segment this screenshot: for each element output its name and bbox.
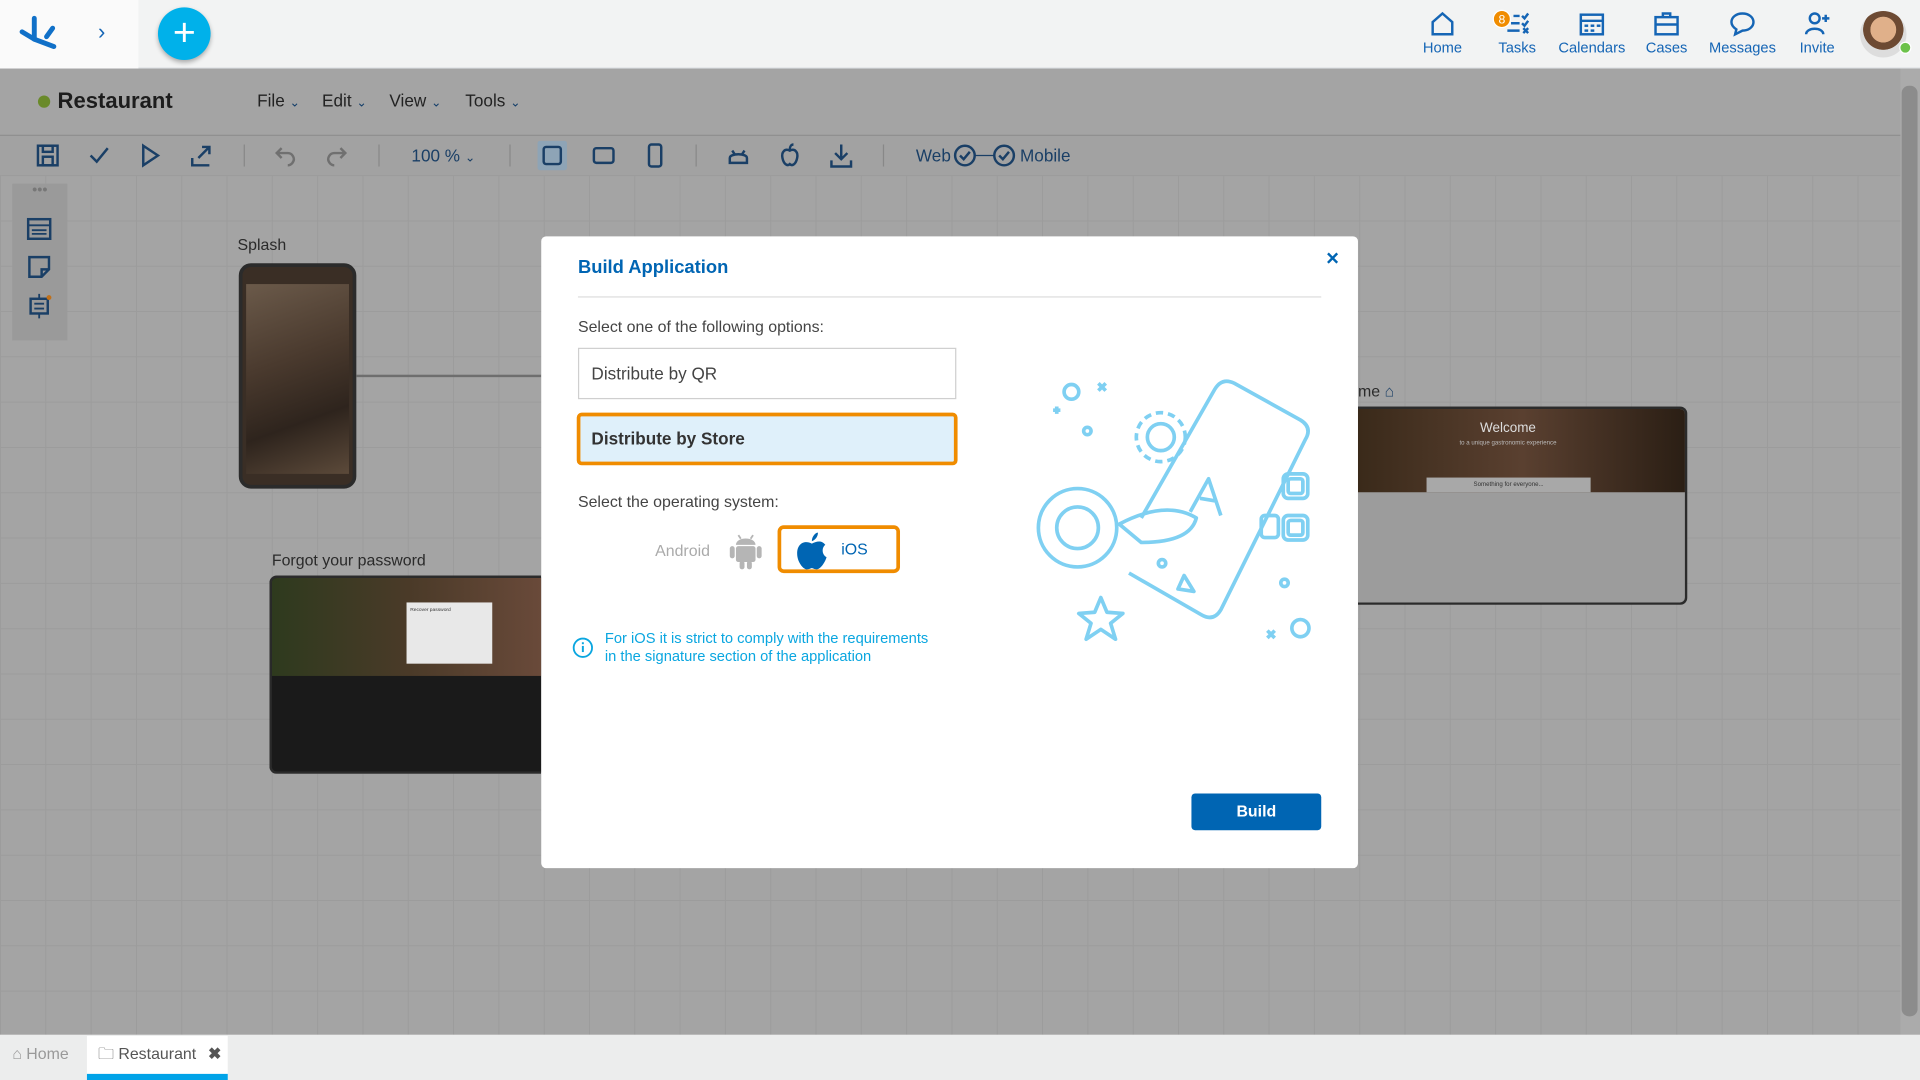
folder-icon: 🗀 <box>97 1044 114 1063</box>
project-status-dot <box>37 95 51 108</box>
download-icon[interactable] <box>829 142 853 169</box>
expand-chevron-icon[interactable]: › <box>98 20 105 46</box>
preview-welcome: Welcome <box>1480 421 1536 436</box>
nav-label: Invite <box>1799 39 1835 57</box>
desktop-view-button[interactable] <box>537 140 567 171</box>
bottom-tab-bar: ⌂ Home 🗀 Restaurant ✖ <box>0 1034 1920 1080</box>
forgot-password-label: Forgot your password <box>271 551 426 570</box>
menu-view[interactable]: View ⌄ <box>389 91 441 111</box>
home-tab-icon: ⌂ <box>12 1044 22 1063</box>
add-button[interactable]: + <box>157 7 211 61</box>
tab-restaurant[interactable]: 🗀 Restaurant ✖ <box>86 1035 228 1080</box>
home-screen-label: me ⌂ <box>1357 382 1395 401</box>
ios-label: iOS <box>841 540 868 559</box>
tasks-badge: 8 <box>1492 9 1512 29</box>
note-icon[interactable] <box>26 253 53 280</box>
options-label: Select one of the following options: <box>577 317 824 336</box>
app-window: › + Home Tasks 8 Calendars Cases Message… <box>0 0 1920 1080</box>
ios-option[interactable]: iOS <box>777 525 901 574</box>
info-line: For iOS it is strict to comply with the … <box>604 629 929 647</box>
chat-icon <box>1730 12 1755 37</box>
dialog-title: Build Application <box>577 257 729 278</box>
nav-tasks[interactable]: Tasks <box>1480 10 1553 57</box>
close-icon[interactable]: × <box>1326 246 1339 272</box>
android-option[interactable]: Android <box>651 531 767 570</box>
nav-home[interactable]: Home <box>1406 10 1479 57</box>
online-status-dot <box>1899 41 1912 54</box>
close-tab-icon[interactable]: ✖ <box>208 1044 221 1062</box>
project-title: Restaurant <box>57 88 173 113</box>
apple-build-icon[interactable] <box>778 142 802 169</box>
menu-file[interactable]: File ⌄ <box>257 91 300 111</box>
vertical-scrollbar[interactable] <box>1900 68 1920 1035</box>
nav-messages[interactable]: Messages <box>1706 10 1779 57</box>
divider <box>378 144 380 167</box>
web-label: Web <box>915 145 951 166</box>
desktop-icon <box>542 145 563 166</box>
divider <box>243 144 245 167</box>
briefcase-icon <box>1654 12 1679 36</box>
os-label: Select the operating system: <box>577 492 779 511</box>
apple-icon <box>797 532 827 570</box>
nav-cases[interactable]: Cases <box>1630 10 1703 57</box>
menu-tools[interactable]: Tools ⌄ <box>465 91 520 111</box>
build-application-dialog: Build Application × Select one of the fo… <box>541 236 1358 869</box>
preview-section: Something for everyone... <box>1426 477 1591 493</box>
check-icon[interactable] <box>87 143 111 167</box>
info-icon <box>572 637 593 658</box>
info-line: in the signature section of the applicat… <box>604 647 872 665</box>
android-build-icon[interactable] <box>726 143 750 167</box>
form-icon[interactable] <box>26 216 53 243</box>
nav-label: Messages <box>1708 39 1776 57</box>
home-icon <box>1431 11 1454 36</box>
undo-icon[interactable] <box>273 143 297 167</box>
web-mobile-toggle[interactable] <box>953 142 1017 169</box>
mobile-label: Mobile <box>1020 145 1071 166</box>
flow-connector <box>356 374 542 378</box>
android-label: Android <box>655 541 710 560</box>
calendar-icon <box>1579 13 1605 36</box>
ios-info-text: For iOS it is strict to comply with the … <box>605 629 928 666</box>
nav-label: Home <box>1422 39 1463 57</box>
title-divider <box>577 296 1322 298</box>
tablet-icon[interactable] <box>590 142 617 169</box>
home-small-icon: ⌂ <box>1384 382 1395 401</box>
divider <box>882 144 885 167</box>
export-icon[interactable] <box>189 143 213 167</box>
tab-home[interactable]: ⌂ Home <box>0 1035 86 1080</box>
phone-icon[interactable] <box>643 142 667 169</box>
preview-subtitle: to a unique gastronomic experience <box>1459 439 1557 447</box>
splash-label: Splash <box>237 235 287 254</box>
home-screen-thumbnail[interactable]: Welcome to a unique gastronomic experien… <box>1357 406 1688 605</box>
nav-label: Cases <box>1645 39 1688 57</box>
android-icon <box>729 534 762 570</box>
logo-area: › <box>0 0 139 69</box>
build-illustration <box>1036 379 1311 642</box>
redo-icon[interactable] <box>324 143 348 167</box>
nav-invite[interactable]: Invite <box>1780 10 1853 57</box>
nav-label: Tasks <box>1498 39 1536 57</box>
left-palette: ••• <box>12 182 68 341</box>
nav-label: Calendars <box>1558 39 1626 57</box>
build-button[interactable]: Build <box>1191 793 1322 831</box>
save-icon[interactable] <box>36 143 60 167</box>
option-distribute-store[interactable]: Distribute by Store <box>576 412 958 466</box>
logo-icon[interactable] <box>17 12 61 54</box>
forgot-password-thumbnail[interactable]: Recover password <box>269 575 542 774</box>
option-distribute-qr[interactable]: Distribute by QR <box>577 347 957 400</box>
divider <box>509 144 511 167</box>
zoom-select[interactable]: 100 % ⌄ <box>411 146 475 166</box>
nav-calendars[interactable]: Calendars <box>1555 10 1628 57</box>
menu-edit[interactable]: Edit ⌄ <box>322 91 367 111</box>
scrollbar-thumb[interactable] <box>1901 85 1918 1017</box>
play-icon[interactable] <box>137 143 161 168</box>
divider <box>695 144 697 167</box>
recover-password-box: Recover password <box>406 602 493 664</box>
invite-user-icon <box>1804 12 1830 35</box>
splash-screen-thumbnail[interactable] <box>238 263 357 489</box>
process-icon[interactable] <box>26 293 53 320</box>
